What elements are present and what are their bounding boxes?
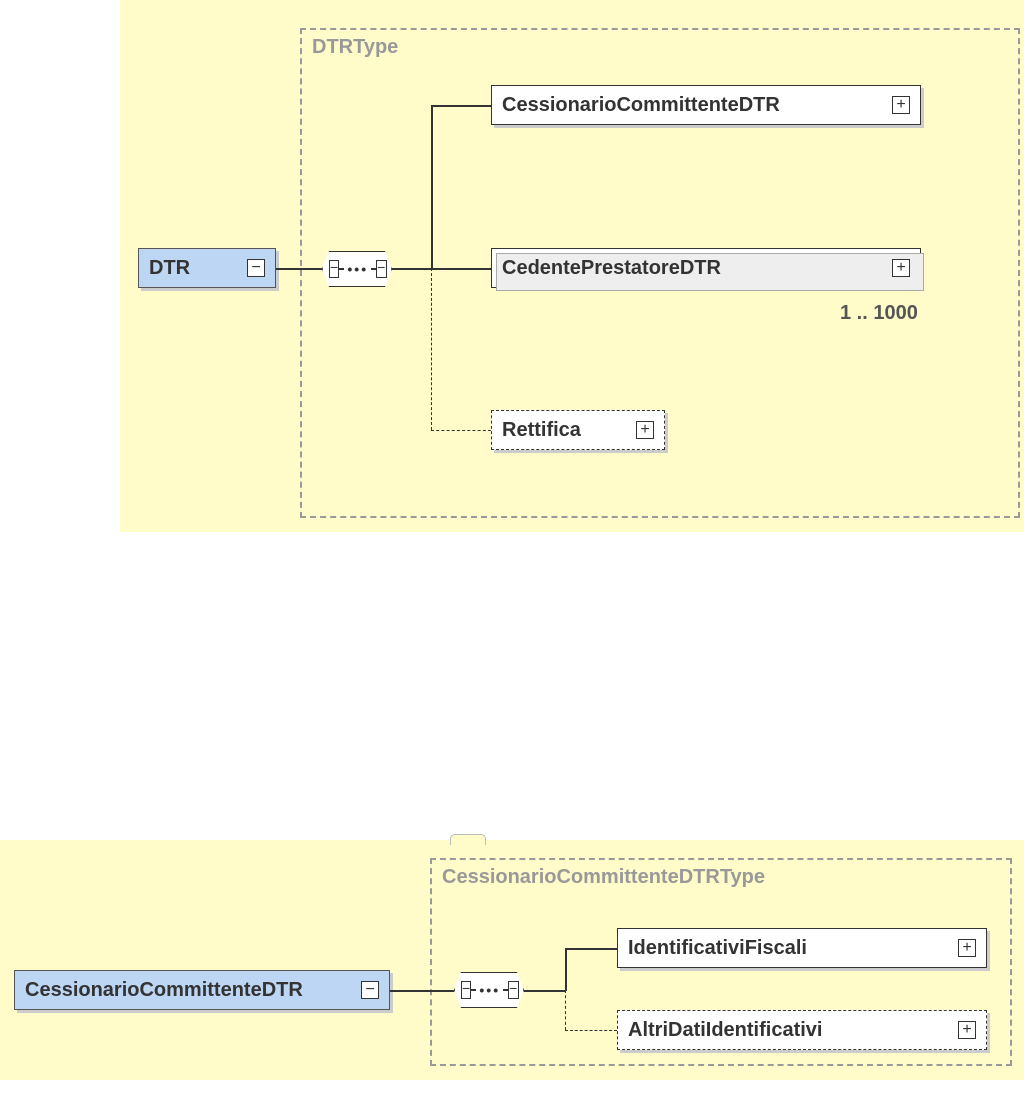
child-label: IdentificativiFiscali xyxy=(628,937,807,960)
child-label: CessionarioCommittenteDTR xyxy=(502,94,780,117)
seq-dots-icon: ••• xyxy=(339,261,376,277)
connector xyxy=(431,268,491,270)
expand-icon[interactable]: + xyxy=(958,1021,976,1039)
diagram-cessionario: CessionarioCommittenteDTRType Cessionari… xyxy=(0,840,1024,1080)
expand-icon[interactable]: + xyxy=(636,421,654,439)
child-node-multi[interactable]: CedentePrestatoreDTR + xyxy=(491,248,921,288)
collapse-icon[interactable]: − xyxy=(247,259,265,277)
connector xyxy=(431,105,491,107)
connector xyxy=(524,990,566,992)
connector xyxy=(390,990,454,992)
connector xyxy=(276,268,322,270)
cardinality-label: 1 .. 1000 xyxy=(840,302,918,325)
connector xyxy=(565,948,567,991)
root-node-cessionario[interactable]: CessionarioCommittenteDTR − xyxy=(14,970,390,1010)
diagram-dtr: DTRType DTR − − ••• − CessionarioCommitt… xyxy=(120,0,1024,532)
type-label: DTRType xyxy=(312,36,398,59)
expand-icon[interactable]: + xyxy=(958,939,976,957)
connector-optional xyxy=(431,430,491,431)
connector xyxy=(565,948,617,950)
seq-collapse-right-icon[interactable]: − xyxy=(508,981,518,999)
seq-collapse-left-icon[interactable]: − xyxy=(329,260,339,278)
sequence-compositor[interactable]: − ••• − xyxy=(322,251,392,287)
child-label: AltriDatiIdentificativi xyxy=(628,1019,822,1042)
expand-icon[interactable]: + xyxy=(892,259,910,277)
root-node-dtr[interactable]: DTR − xyxy=(138,248,276,288)
type-label: CessionarioCommittenteDTRType xyxy=(442,866,765,889)
connector xyxy=(431,105,433,269)
collapse-icon[interactable]: − xyxy=(361,981,379,999)
child-node[interactable]: IdentificativiFiscali + xyxy=(617,928,987,968)
seq-collapse-right-icon[interactable]: − xyxy=(376,260,386,278)
child-node-optional[interactable]: Rettifica + xyxy=(491,410,665,450)
root-label: DTR xyxy=(149,257,190,280)
expand-icon[interactable]: + xyxy=(892,96,910,114)
connector-optional xyxy=(565,1030,617,1031)
child-label: Rettifica xyxy=(502,419,581,442)
root-label: CessionarioCommittenteDTR xyxy=(25,979,303,1002)
seq-dots-icon: ••• xyxy=(471,982,508,998)
connector-optional xyxy=(431,268,432,430)
connector-optional xyxy=(565,990,566,1030)
sequence-compositor[interactable]: − ••• − xyxy=(454,972,524,1008)
frame-tab-icon xyxy=(450,834,486,845)
child-node-optional[interactable]: AltriDatiIdentificativi + xyxy=(617,1010,987,1050)
connector xyxy=(392,268,432,270)
child-node[interactable]: CessionarioCommittenteDTR + xyxy=(491,85,921,125)
child-label: CedentePrestatoreDTR xyxy=(502,257,721,280)
seq-collapse-left-icon[interactable]: − xyxy=(461,981,471,999)
